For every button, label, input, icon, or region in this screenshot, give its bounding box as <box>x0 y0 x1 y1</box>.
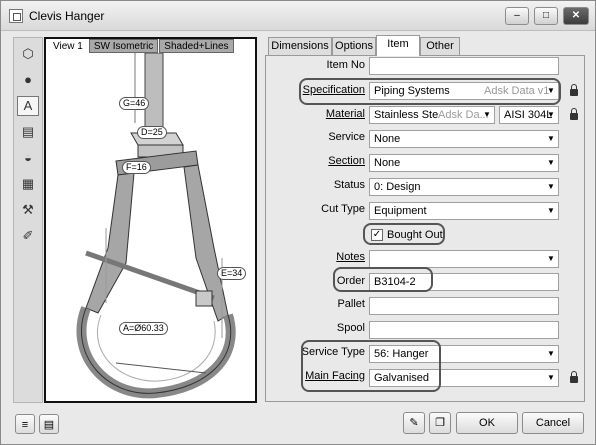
chevron-down-icon: ▼ <box>547 86 555 95</box>
minimize-button[interactable]: – <box>505 7 529 25</box>
lock-icon <box>570 108 578 120</box>
cut-type-label: Cut Type <box>321 203 365 215</box>
chevron-down-icon: ▼ <box>547 349 555 358</box>
clevis-hanger-model <box>76 53 236 399</box>
main-facing-select[interactable]: Galvanised ▼ <box>369 369 559 387</box>
viewport-tab-view1[interactable]: View 1 <box>48 39 88 53</box>
grid-icon[interactable]: ▦ <box>17 174 39 194</box>
dimension-style-icon[interactable]: ✐ <box>17 226 39 246</box>
specification-hint: Adsk Data v1 <box>484 85 550 97</box>
bought-out-label: Bought Out <box>387 229 443 241</box>
service-type-select[interactable]: 56: Hanger ▼ <box>369 345 559 363</box>
order-label: Order <box>336 275 365 287</box>
pallet-field[interactable] <box>369 297 559 315</box>
dim-label-d: D=25 <box>137 126 167 139</box>
viewport-tabs: View 1 SW Isometric Shaded+Lines <box>48 39 235 53</box>
notes-select[interactable]: ▼ <box>369 250 559 268</box>
status-select[interactable]: 0: Design ▼ <box>369 178 559 196</box>
main-facing-value: Galvanised <box>374 372 430 384</box>
viewport-tab-isometric[interactable]: SW Isometric <box>88 39 159 53</box>
maximize-button[interactable]: □ <box>534 7 558 25</box>
dim-label-e: E=34 <box>217 267 247 280</box>
chevron-down-icon: ▼ <box>547 254 555 263</box>
shaded-sphere-icon[interactable]: ◒ <box>17 148 39 168</box>
chevron-down-icon: ▼ <box>483 110 491 119</box>
specification-select[interactable]: Piping Systems Adsk Data v1 ▼ <box>369 82 559 100</box>
section-select[interactable]: None ▼ <box>369 154 559 172</box>
item-no-field[interactable] <box>369 57 559 75</box>
sphere-shading-icon[interactable]: ● <box>17 70 39 90</box>
export-icon[interactable]: ❐ <box>429 412 451 434</box>
dim-label-g: G=46 <box>119 97 150 110</box>
close-button[interactable]: ✕ <box>563 7 589 25</box>
dim-label-a: A=Ø60.33 <box>119 322 168 335</box>
window-title: Clevis Hanger <box>29 9 105 23</box>
paint-roller-icon[interactable]: ⚒ <box>17 200 39 220</box>
title-bar: Clevis Hanger – □ ✕ <box>1 1 595 31</box>
section-value: None <box>374 157 401 169</box>
lock-icon <box>570 84 578 96</box>
material-value: Stainless Steel <box>374 109 447 121</box>
ok-button[interactable]: OK <box>456 412 518 434</box>
report-icon[interactable]: ▤ <box>39 414 59 434</box>
cube-view-icon[interactable]: ⬡ <box>17 44 39 64</box>
status-label: Status <box>333 179 365 191</box>
material-label[interactable]: Material <box>265 108 365 120</box>
chevron-down-icon: ▼ <box>547 134 555 143</box>
viewport-tab-shading[interactable]: Shaded+Lines <box>159 39 234 53</box>
dim-label-f: F=16 <box>122 161 151 174</box>
notes-label[interactable]: Notes <box>265 251 365 263</box>
material-select[interactable]: Stainless Steel Adsk Da... ▼ <box>369 106 495 124</box>
service-label: Service <box>328 131 365 143</box>
cut-type-select[interactable]: Equipment ▼ <box>369 202 559 220</box>
spool-label: Spool <box>336 322 365 334</box>
lock-icon <box>570 371 578 383</box>
chevron-down-icon: ▼ <box>547 110 555 119</box>
tab-other[interactable]: Other <box>420 37 460 55</box>
app-icon <box>9 9 23 23</box>
chevron-down-icon: ▼ <box>547 158 555 167</box>
order-field[interactable]: B3104-2 <box>369 273 559 291</box>
status-value: 0: Design <box>374 181 421 193</box>
bought-out-checkbox[interactable]: ✓ <box>371 229 383 241</box>
cancel-button[interactable]: Cancel <box>522 412 584 434</box>
main-facing-label[interactable]: Main Facing <box>265 370 365 382</box>
service-type-label: Service Type <box>301 346 365 358</box>
service-value: None <box>374 133 401 145</box>
service-select[interactable]: None ▼ <box>369 130 559 148</box>
clevis-hanger-dialog: Clevis Hanger – □ ✕ ⬡ ● A ▤ ◒ ▦ ⚒ ✐ View… <box>0 0 596 445</box>
spool-field[interactable] <box>369 321 559 339</box>
model-viewport[interactable]: View 1 SW Isometric Shaded+Lines G=46 D=… <box>44 37 257 403</box>
item-no-label: Item No <box>326 59 365 71</box>
view-toolbar: ⬡ ● A ▤ ◒ ▦ ⚒ ✐ <box>13 37 43 403</box>
tab-dimensions[interactable]: Dimensions <box>268 37 332 55</box>
help-book-icon[interactable]: ≡ <box>15 414 35 434</box>
tab-item[interactable]: Item <box>376 35 420 56</box>
edit-pen-icon[interactable]: ✎ <box>403 412 425 434</box>
text-annotation-icon[interactable]: A <box>17 96 39 116</box>
chevron-down-icon: ▼ <box>547 182 555 191</box>
cut-type-value: Equipment <box>374 205 427 217</box>
properties-icon[interactable]: ▤ <box>17 122 39 142</box>
specification-value: Piping Systems <box>374 85 450 97</box>
chevron-down-icon: ▼ <box>547 373 555 382</box>
service-type-value: 56: Hanger <box>374 348 429 360</box>
pallet-label: Pallet <box>337 298 365 310</box>
section-label[interactable]: Section <box>265 155 365 167</box>
tab-options[interactable]: Options <box>332 37 376 55</box>
material-grade-select[interactable]: AISI 304L ▼ <box>499 106 559 124</box>
specification-label[interactable]: Specification <box>265 84 365 96</box>
chevron-down-icon: ▼ <box>547 206 555 215</box>
